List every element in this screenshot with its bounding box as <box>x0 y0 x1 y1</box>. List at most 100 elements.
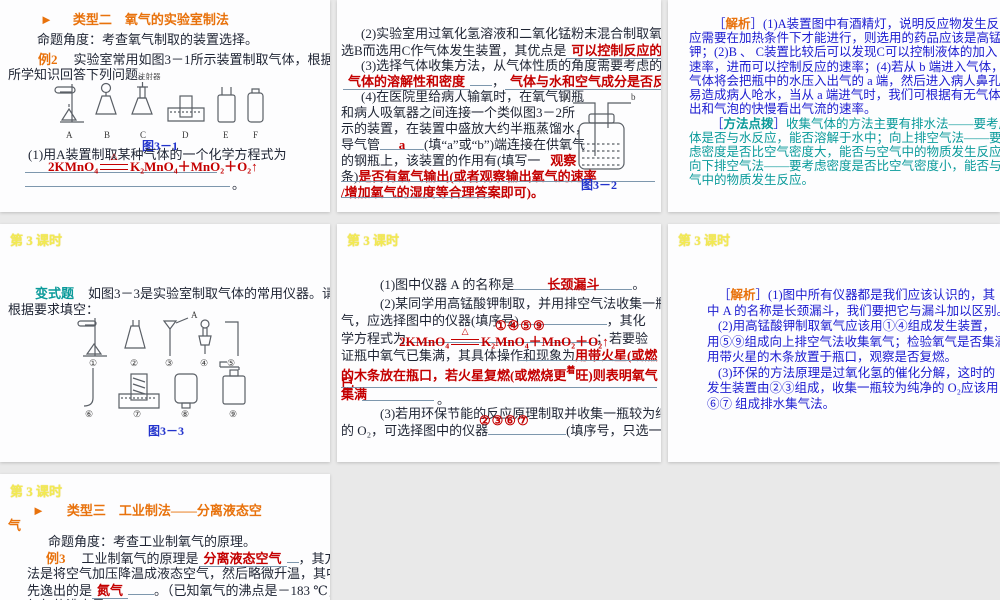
analysis-text-4: 气体将会把瓶中的水压入出气的 a 端，然后进入病人鼻孔， <box>689 74 1000 88</box>
answer-underline <box>341 197 491 198</box>
q3-line2: 的 O₂，可选择图中的仪器 (填序号，只选一组)。 <box>341 422 661 438</box>
variation-label: 变式题 <box>35 286 75 301</box>
q2-period: 。 <box>437 392 450 407</box>
variation-text: 如图3－3是实验室制取气体的常用仪器。请 <box>88 286 330 301</box>
analysis2-line-6: 发生装置由②③组成，收集一瓶较为纯净的 O₂应该用 <box>707 381 999 396</box>
item-label-9: ⑨ <box>229 409 238 419</box>
double-line-icon <box>100 164 129 170</box>
analysis2-line-1: 中 A 的名称是长颈漏斗，我们要把它与漏斗加以区别。 <box>707 304 1000 319</box>
slide-variation-problem: 第 3 课时 变式题 如图3－3是实验室制取气体的常用仪器。请 根据要求填空： A… <box>0 224 330 462</box>
answer-underline <box>341 387 657 388</box>
q2-text1: (2)实验室用过氧化氢溶液和二氧化锰粉末混合制取氧气，不 <box>361 26 661 41</box>
type2-heading: ► 类型二 氧气的实验室制法 <box>40 12 229 27</box>
slide-analysis-1: ［解析］(1)A装置图中有酒精灯，说明反应物发生反 应需要在加热条件下才能进行，… <box>668 0 1000 212</box>
triangle-bullet-icon: ► <box>32 503 45 518</box>
q1-line: (1)图中仪器 A 的名称是 长颈漏斗 。 <box>380 277 645 292</box>
lesson-badge: 第 3 课时 <box>10 233 63 248</box>
equation-answer: 2KMnO₄ △ K₂MnO₄＋MnO₂＋O₂↑ <box>48 152 258 175</box>
analysis2-text-0: (1)图中所有仪器都是我们应该认识的，其 <box>768 288 996 302</box>
delta-condition: △ <box>110 151 118 161</box>
analysis2-text-4: 用带火星的木条放置于瓶口，观察是否复燃。 <box>707 350 958 364</box>
apparatus-label-d: D <box>182 130 189 140</box>
bracket-close: ］ <box>755 288 769 302</box>
blank-line <box>128 582 155 595</box>
example3-text-4: 先逸出的是 <box>27 583 93 598</box>
example3-line3: 先逸出的是 氮气 。（已知氧气的沸点是－183 ℃， <box>27 582 330 599</box>
q4-line1: (4)在医院里给病人输氧时，在氧气钢瓶 <box>361 89 584 104</box>
example3-label: 例3 <box>46 551 66 566</box>
analysis-line-3: 速率，进而可以控制反应的速率；(4)若从 b 端进入气体， <box>689 60 1000 75</box>
method-text-4: 气中的物质发生反应。 <box>689 173 815 187</box>
q2-answer: 可以控制反应的速率 <box>566 43 661 59</box>
method-line-3: 向下排空气法——要考虑密度是否比空气密度小，能否与空 <box>689 159 1000 174</box>
q4-line5: 的钢瓶上，该装置的作用有(填写一 观察 <box>341 153 576 168</box>
answer-underline-2 <box>25 186 230 187</box>
q3-text1: (3)选择气体收集方法，从气体性质的角度需要考虑的因素是 <box>361 58 661 73</box>
type3-heading: ► 类型三 工业制法——分离液态空 <box>32 503 262 518</box>
exam-angle-line: 命题角度：考查氧气制取的装置选择。 <box>37 32 258 47</box>
analysis2-line-2: (2)用高锰酸钾制取氧气应该用①④组成发生装置， <box>718 319 995 334</box>
example3-text: 工业制氧气的原理是 <box>81 551 199 566</box>
equation-right: K₂MnO₄＋MnO₂＋O₂↑ <box>130 159 258 174</box>
example3-line: 例3 工业制氧气的原理是分离液态空气 ，其方 <box>46 550 330 567</box>
bracket-close: ］ <box>773 117 787 131</box>
analysis-label: 解析 <box>725 17 751 31</box>
item-label-7: ⑦ <box>133 409 142 419</box>
analysis-line-5: 易造成病人呛水，当从 a 端进气时，我们可根据有无气体输 <box>689 88 1000 103</box>
apparatus-label-e: E <box>223 130 229 140</box>
blank-line <box>286 550 299 563</box>
figure-3-3-caption: 图3－3 <box>148 424 184 439</box>
q2-text2: 选B而选用C作气体发生装置，其优点是 <box>341 43 567 58</box>
tube-b-label: b <box>631 92 636 102</box>
item-a-pointer-label: A <box>191 310 198 320</box>
q3-answer-2: 气体与水和空气成分是否反应 <box>505 74 661 90</box>
analysis-text-3: 速率，进而可以控制反应的速率；(4)若从 b 端进入气体， <box>689 60 1000 74</box>
analysis-text-1: 应需要在加热条件下才能进行，则选用的药品应该是高锰酸 <box>689 31 1000 45</box>
method-line-0: ［方法点拨］收集气体的方法主要有排水法——要考虑气 <box>711 117 1000 132</box>
figure-3-2-bottle: a b 图3－2 <box>563 92 639 192</box>
syringe-label: 注射器 <box>138 72 161 81</box>
lesson-badge: 第 3 课时 <box>10 484 63 499</box>
bracket-close: ］ <box>750 17 764 31</box>
method-line-1: 体是否与水反应，能否溶解于水中；向上排空气法——要考 <box>689 131 1000 146</box>
figure-3-1-apparatus: 注射器 A B C D E F <box>52 72 272 146</box>
q3-answer-1: 气体的溶解性和密度 <box>343 74 471 90</box>
example3-text-2: ，其方 <box>298 551 330 566</box>
lesson-badge: 第 3 课时 <box>347 233 400 248</box>
analysis-text-2: 钾；(2)B 、 C装置比较后可以发现C可以控制液体的加入 <box>689 45 998 59</box>
slide-fill-in-questions: 第 3 课时 (1)图中仪器 A 的名称是 长颈漏斗。 (2)某同学用高锰酸钾制取… <box>337 224 661 462</box>
q2-text4: 学方程式为 <box>341 331 407 346</box>
item-label-1: ① <box>89 358 98 368</box>
q2-line2: 选B而选用C作气体发生装置，其优点是可以控制反应的速率。 <box>341 42 661 59</box>
slide-type2-oxygen-lab: ► 类型二 氧气的实验室制法 命题角度：考查氧气制取的装置选择。 例2 实验室常用如… <box>0 0 330 212</box>
q2-line1: (2)某同学用高锰酸钾制取，并用排空气法收集一瓶氧 <box>380 296 661 311</box>
variation-heading: 变式题 如图3－3是实验室制取气体的常用仪器。请 <box>35 286 330 301</box>
analysis2-text-7: ⑥⑦ 组成排水集气法。 <box>707 397 836 411</box>
q1-text: (1)图中仪器 A 的名称是 <box>380 277 515 292</box>
analysis-label: 解析 <box>730 288 756 302</box>
item-label-2: ② <box>130 358 139 368</box>
example2-line: 例2 实验室常用如图3－1所示装置制取气体，根据 <box>38 52 330 67</box>
q4-text1: (4)在医院里给病人输氧时，在氧气钢瓶 <box>361 89 585 104</box>
q2-answer-part2a: 的木条放在瓶口，若火星复燃(或燃烧更 <box>341 368 567 383</box>
type3-title-wrap: 气 <box>8 518 21 533</box>
item-label-4: ④ <box>200 358 209 368</box>
q4-text2: 和病人吸氧器之间连接一个类似图3－2所 <box>341 105 576 120</box>
q2-text2: 气，应选择图中的仪器(填序号) <box>341 313 519 328</box>
period-mark: 。 <box>232 177 245 192</box>
method-text-1: 体是否与水反应，能否溶解于水中；向上排空气法——要考 <box>689 131 1000 145</box>
exam-angle-line: 命题角度：考查工业制氧气的原理。 <box>48 534 256 549</box>
analysis2-text-5: (3)环保的方法原理是过氧化氢的催化分解，这时的 <box>718 366 996 380</box>
period-text: 。 <box>232 177 246 192</box>
answer-underline <box>362 400 434 401</box>
variation-text-wrap: 根据要求填空： <box>8 302 99 317</box>
analysis-line-1: 应需要在加热条件下才能进行，则选用的药品应该是高锰酸 <box>689 31 1000 46</box>
q4-line3: 示的装置，在装置中盛放大约半瓶蒸馏水， <box>341 121 588 136</box>
q4-text4: 导气管 <box>341 137 381 152</box>
type3-title-2: 气 <box>8 518 22 533</box>
method-line-2: 虑密度是否比空气密度大，能否与空气中的物质发生反应； <box>689 145 1000 160</box>
q2-text3: ，其化 <box>606 313 646 328</box>
q3-answers-line: 气体的溶解性和密度，气体与水和空气成分是否反应。 <box>343 73 661 90</box>
q4-line4: 导气管 a (填“a”或“b”)端连接在供氧气 <box>341 137 585 152</box>
analysis-text-0: (1)A装置图中有酒精灯，说明反应物发生反 <box>763 17 1000 31</box>
